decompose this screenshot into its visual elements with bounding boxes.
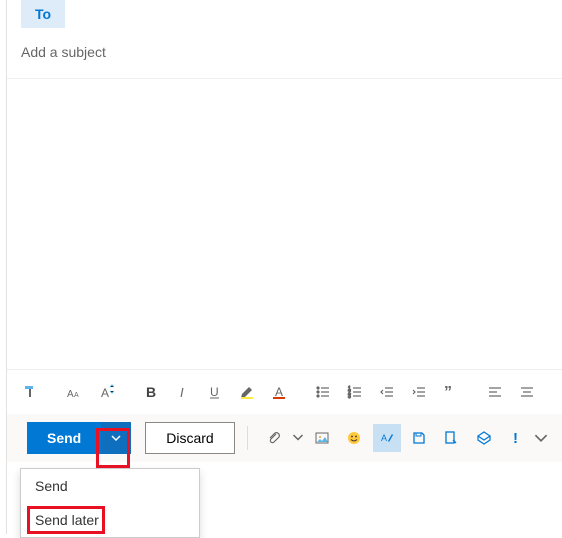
font-color-icon[interactable]: A bbox=[263, 378, 295, 406]
align-left-icon[interactable] bbox=[479, 378, 511, 406]
message-body[interactable] bbox=[7, 79, 562, 369]
bullets-icon[interactable] bbox=[307, 378, 339, 406]
increase-indent-icon[interactable] bbox=[403, 378, 435, 406]
svg-text:B: B bbox=[146, 384, 156, 400]
format-toolbar: AA A B I U A 123 bbox=[7, 369, 562, 414]
menu-item-send[interactable]: Send bbox=[21, 469, 199, 503]
insert-picture-icon[interactable] bbox=[308, 424, 336, 452]
menu-item-send-later[interactable]: Send later bbox=[21, 503, 199, 537]
send-dropdown-menu: Send Send later bbox=[20, 468, 200, 538]
save-draft-icon[interactable] bbox=[405, 424, 433, 452]
importance-icon[interactable]: ! bbox=[502, 424, 530, 452]
italic-icon[interactable]: I bbox=[167, 378, 199, 406]
send-button[interactable]: Send bbox=[27, 422, 101, 454]
emoji-icon[interactable] bbox=[340, 424, 368, 452]
decrease-indent-icon[interactable] bbox=[371, 378, 403, 406]
action-bar: Send Discard A ! bbox=[7, 414, 562, 462]
attach-icon[interactable] bbox=[260, 424, 288, 452]
svg-text:A: A bbox=[381, 433, 387, 443]
format-painter-icon[interactable] bbox=[15, 378, 47, 406]
bold-icon[interactable]: B bbox=[135, 378, 167, 406]
encrypt-icon[interactable] bbox=[469, 424, 497, 452]
more-actions-icon[interactable] bbox=[534, 424, 548, 452]
svg-text:A: A bbox=[101, 386, 109, 400]
svg-text:!: ! bbox=[513, 430, 518, 446]
font-name-icon[interactable]: AA bbox=[59, 378, 91, 406]
discard-button[interactable]: Discard bbox=[145, 422, 234, 454]
attach-chevron-icon[interactable] bbox=[292, 424, 304, 452]
svg-text:A: A bbox=[67, 389, 74, 400]
numbering-icon[interactable]: 123 bbox=[339, 378, 371, 406]
show-format-icon[interactable]: A bbox=[373, 424, 401, 452]
underline-icon[interactable]: U bbox=[199, 378, 231, 406]
quote-icon[interactable]: ” bbox=[435, 378, 467, 406]
svg-text:A: A bbox=[74, 392, 79, 399]
align-center-icon[interactable] bbox=[511, 378, 543, 406]
font-size-icon[interactable]: A bbox=[91, 378, 123, 406]
subject-input[interactable] bbox=[21, 44, 548, 60]
svg-text:3: 3 bbox=[348, 394, 351, 400]
svg-text:U: U bbox=[210, 385, 219, 399]
template-icon[interactable] bbox=[437, 424, 465, 452]
send-dropdown-button[interactable] bbox=[101, 422, 131, 454]
svg-text:I: I bbox=[180, 385, 184, 400]
to-button[interactable]: To bbox=[21, 0, 65, 28]
highlight-icon[interactable] bbox=[231, 378, 263, 406]
svg-text:A: A bbox=[275, 385, 283, 399]
svg-text:”: ” bbox=[444, 384, 452, 400]
divider bbox=[247, 426, 248, 450]
chevron-down-icon bbox=[110, 432, 122, 444]
